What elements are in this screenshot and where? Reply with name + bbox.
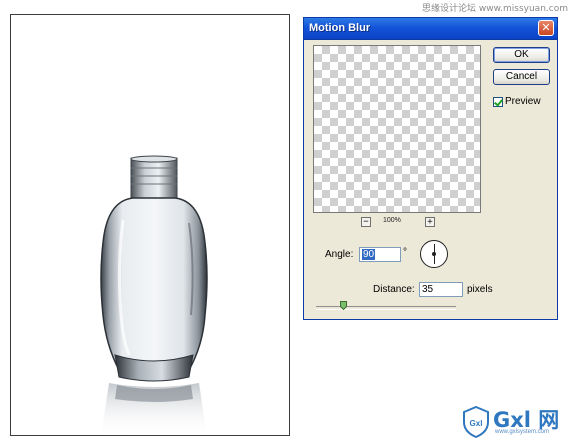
angle-label: Angle: (325, 249, 354, 260)
distance-input[interactable]: 35 (419, 282, 463, 297)
glass-bottle-image (100, 155, 208, 435)
logo-badge-text: Gxl (470, 419, 483, 428)
watermark-text: 思缘设计论坛 www.missyuan.com (422, 4, 568, 14)
motion-blur-dialog: Motion Blur ✕ − 100% + OK Cancel Preview… (303, 17, 558, 320)
angle-unit: ° (403, 247, 407, 258)
distance-label: Distance: (373, 284, 415, 295)
site-logo: Gxl Gxl 网 www.gxlsystem.com (463, 405, 568, 442)
dialog-title: Motion Blur (309, 22, 371, 34)
dialog-titlebar[interactable]: Motion Blur ✕ (304, 18, 557, 40)
angle-value: 90 (362, 249, 376, 260)
shield-logo-icon: Gxl (463, 405, 489, 439)
distance-unit: pixels (467, 284, 493, 295)
logo-url: www.gxlsystem.com (495, 429, 550, 435)
cancel-button[interactable]: Cancel (493, 69, 550, 85)
zoom-out-icon[interactable]: − (361, 217, 371, 227)
angle-dial-icon[interactable] (420, 240, 448, 268)
preview-label: Preview (505, 96, 541, 107)
distance-slider[interactable] (316, 306, 456, 310)
document-canvas (10, 14, 290, 436)
ok-button[interactable]: OK (493, 47, 550, 63)
zoom-in-icon[interactable]: + (425, 217, 435, 227)
angle-input[interactable]: 90 (359, 247, 401, 262)
slider-thumb-icon[interactable] (340, 301, 347, 310)
preview-checkbox[interactable] (493, 97, 503, 107)
preview-pane[interactable] (313, 45, 481, 213)
zoom-level: 100% (383, 217, 401, 224)
close-icon[interactable]: ✕ (538, 20, 554, 36)
